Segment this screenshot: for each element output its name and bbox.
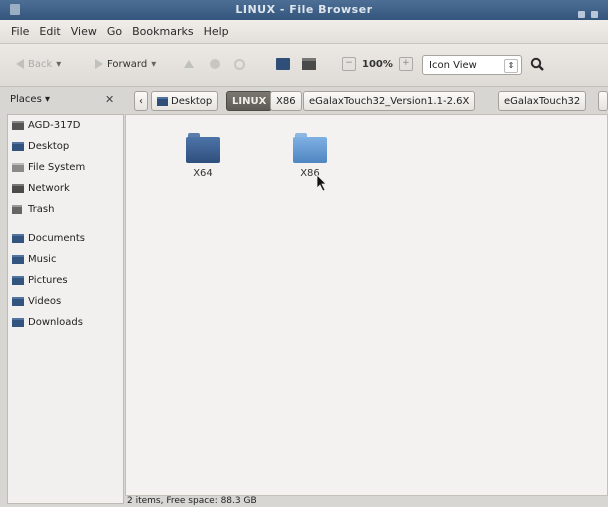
crumb-egalax-version[interactable]: eGalaxTouch32_Version1.1-2.6X	[303, 91, 476, 111]
crumb-desktop[interactable]: Desktop	[151, 91, 219, 111]
file-item-x86[interactable]: X86	[280, 133, 340, 179]
sidebar-item-desktop[interactable]: Desktop	[8, 136, 123, 157]
sidebar: AGD-317D Desktop File System Network Tra…	[7, 114, 124, 504]
menu-file[interactable]: File	[6, 20, 34, 43]
chevron-updown-icon: ⇕	[504, 59, 518, 73]
up-button[interactable]	[184, 53, 198, 77]
close-icon[interactable]: ✕	[105, 87, 114, 113]
sidebar-item-agd-317d[interactable]: AGD-317D	[8, 115, 123, 136]
network-icon	[12, 184, 24, 193]
sidebar-item-trash[interactable]: Trash	[8, 199, 123, 220]
chevron-down-icon[interactable]: ▾	[56, 53, 61, 77]
computer-icon	[302, 58, 316, 70]
chevron-left-icon: ‹	[139, 96, 143, 107]
file-label: X64	[193, 168, 213, 179]
search-icon[interactable]	[530, 57, 544, 71]
folder-icon	[12, 297, 24, 306]
close-window-button[interactable]	[591, 11, 598, 18]
filesystem-icon	[12, 163, 24, 172]
reload-icon	[234, 58, 245, 70]
zoom-out-button[interactable]: −	[342, 57, 356, 71]
menu-help[interactable]: Help	[199, 20, 234, 43]
computer-button[interactable]	[302, 53, 316, 77]
folder-icon	[12, 255, 24, 264]
status-bar: 2 items, Free space: 88.3 GB	[127, 496, 257, 506]
menu-bar: File Edit View Go Bookmarks Help	[0, 20, 608, 44]
up-arrow-icon	[184, 60, 194, 68]
chevron-down-icon: ▾	[44, 94, 51, 105]
zoom-controls: −100% +	[342, 53, 413, 77]
back-label: Back	[28, 59, 53, 70]
forward-button[interactable]: Forward ▾	[95, 53, 156, 77]
view-mode-select[interactable]: Icon View ⇕	[422, 55, 522, 75]
places-header: Places ▾ ✕	[0, 87, 124, 113]
forward-arrow-icon	[95, 59, 103, 69]
back-button[interactable]: Back ▾	[16, 53, 61, 77]
sidebar-item-file-system[interactable]: File System	[8, 157, 123, 178]
zoom-in-button[interactable]: +	[398, 57, 413, 71]
stop-icon	[210, 59, 220, 69]
sidebar-item-videos[interactable]: Videos	[8, 291, 123, 312]
folder-icon	[12, 318, 24, 327]
forward-label: Forward	[107, 59, 148, 70]
menu-bookmarks[interactable]: Bookmarks	[127, 20, 198, 43]
sidebar-item-music[interactable]: Music	[8, 249, 123, 270]
mouse-cursor-icon	[316, 174, 327, 192]
sidebar-item-documents[interactable]: Documents	[8, 228, 123, 249]
stop-button[interactable]	[210, 53, 220, 77]
folder-icon	[293, 133, 327, 163]
crumb-x86[interactable]: X86	[270, 91, 302, 111]
back-arrow-icon	[16, 59, 24, 69]
sidebar-item-network[interactable]: Network	[8, 178, 123, 199]
minimize-button[interactable]	[578, 11, 585, 18]
title-bar: LINUX - File Browser	[0, 0, 608, 20]
folder-icon	[12, 142, 24, 151]
view-mode-value: Icon View	[429, 60, 477, 71]
folder-icon	[186, 133, 220, 163]
sidebar-item-pictures[interactable]: Pictures	[8, 270, 123, 291]
sidebar-separator	[8, 220, 123, 228]
chevron-down-icon[interactable]: ▾	[151, 53, 156, 77]
crumb-egalaxtouch32[interactable]: eGalaxTouch32	[498, 91, 587, 111]
crumb-linux[interactable]: LINUX	[226, 91, 273, 111]
folder-icon	[12, 234, 24, 243]
trash-icon	[12, 205, 22, 214]
file-view[interactable]: X64 X86	[125, 114, 608, 496]
places-dropdown[interactable]: Places ▾	[10, 87, 50, 113]
folder-icon	[157, 96, 168, 106]
sidebar-item-downloads[interactable]: Downloads	[8, 312, 123, 333]
zoom-level[interactable]: 100%	[362, 59, 393, 70]
toolbar: Back ▾ Forward ▾ −100% + Icon View ⇕	[0, 44, 608, 87]
menu-go[interactable]: Go	[102, 20, 127, 43]
breadcrumb-scroll-right[interactable]	[598, 91, 608, 111]
menu-view[interactable]: View	[66, 20, 102, 43]
window-menu-icon[interactable]	[10, 4, 20, 15]
home-icon	[276, 58, 290, 70]
menu-edit[interactable]: Edit	[34, 20, 65, 43]
home-button[interactable]	[276, 53, 290, 77]
folder-icon	[12, 276, 24, 285]
window-title: LINUX - File Browser	[235, 3, 373, 16]
file-label: X86	[300, 168, 320, 179]
file-item-x64[interactable]: X64	[173, 133, 233, 179]
reload-button[interactable]	[234, 53, 245, 77]
drive-icon	[12, 121, 24, 130]
breadcrumb-scroll-left[interactable]: ‹	[134, 91, 148, 111]
